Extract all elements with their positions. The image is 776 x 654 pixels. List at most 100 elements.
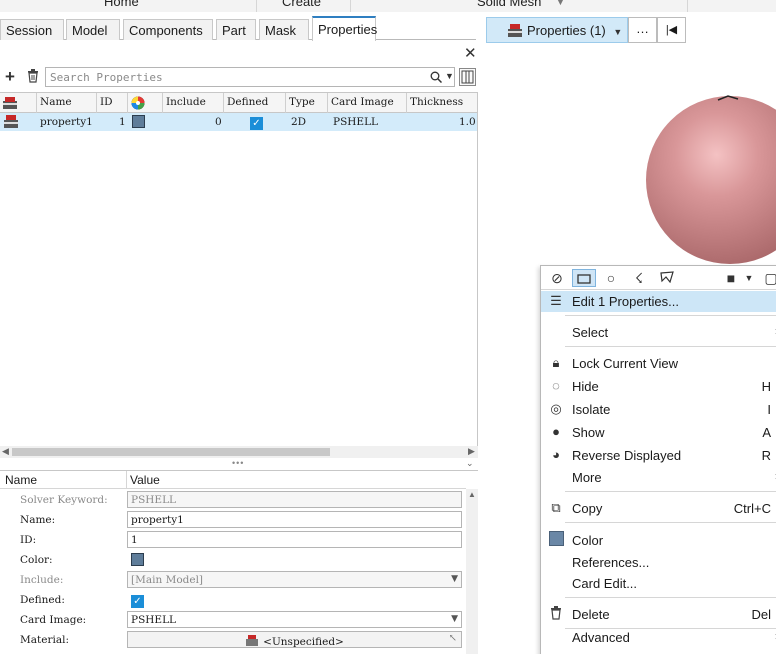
table-header: Name ID Include Defined Type Card Image … xyxy=(0,93,477,113)
menu-isolate[interactable]: ◎ Isolate I xyxy=(541,399,776,420)
search-icon[interactable] xyxy=(430,71,443,86)
menu-more[interactable]: More › xyxy=(541,467,776,488)
circle-select-icon[interactable]: ○ xyxy=(599,269,623,287)
material-value: <Unspecified> xyxy=(263,636,344,648)
color-swatch-icon xyxy=(548,531,564,547)
column-thickness[interactable]: Thickness xyxy=(407,93,477,113)
window-select-icon[interactable]: ▢ xyxy=(759,269,776,287)
cell-defined[interactable]: ✓ xyxy=(250,115,263,130)
tab-session[interactable]: Session xyxy=(0,19,64,40)
chevron-down-icon[interactable]: ▼ xyxy=(451,574,458,584)
rectangle-select-icon[interactable] xyxy=(572,269,596,287)
menu-lock-view[interactable]: 🔒︎ Lock Current View xyxy=(541,353,776,374)
menu-separator xyxy=(565,315,776,316)
menu-reverse-label: Reverse Displayed xyxy=(572,448,682,463)
collapse-icon[interactable]: ⌄ xyxy=(466,458,474,469)
tab-components[interactable]: Components xyxy=(123,19,213,40)
name-field[interactable]: property1 xyxy=(127,511,462,528)
editor-row-include: Include: [Main Model] ▼ xyxy=(0,570,466,590)
defined-toggle[interactable]: ✓ xyxy=(131,593,144,608)
column-defined[interactable]: Defined xyxy=(224,93,286,113)
close-icon[interactable]: ✕ xyxy=(464,44,477,62)
menu-reverse-displayed[interactable]: ◕ Reverse Displayed R xyxy=(541,445,776,466)
label-material: Material: xyxy=(20,634,69,646)
scroll-left-icon[interactable]: ◀ xyxy=(2,446,9,457)
tab-part[interactable]: Part xyxy=(216,19,256,40)
menu-advanced[interactable]: Advanced › xyxy=(541,627,776,648)
menu-delete[interactable]: Delete Del xyxy=(541,604,776,625)
horizontal-scrollbar[interactable]: ◀ ▶ xyxy=(0,446,478,458)
tab-model[interactable]: Model xyxy=(66,19,120,40)
property-editor: Name Value Solver Keyword: PSHELL Name: … xyxy=(0,470,478,654)
column-type[interactable]: Type xyxy=(286,93,328,113)
cell-color-swatch[interactable] xyxy=(132,115,145,131)
tab-properties[interactable]: Properties xyxy=(312,16,377,41)
cell-id: 1 xyxy=(119,116,126,128)
menu-hide[interactable]: ◌ Hide H xyxy=(541,376,776,397)
color-swatch[interactable] xyxy=(132,115,145,128)
entity-header-icon[interactable] xyxy=(0,93,37,113)
polygon-select-icon[interactable] xyxy=(655,269,679,287)
trash-icon xyxy=(548,606,564,622)
menu-color[interactable]: Color xyxy=(541,530,776,551)
table-row[interactable]: property1 1 0 ✓ 2D PSHELL 1.0 xyxy=(0,113,477,131)
scroll-up-icon[interactable]: ▲ xyxy=(468,490,476,499)
color-swatch[interactable] xyxy=(131,553,144,566)
properties-button-label: Properties (1) xyxy=(527,23,606,38)
menu-select[interactable]: Select › xyxy=(541,322,776,343)
context-menu: ⊘ ○ ☇ ■ ▼ ▢ ☰ Edit 1 Properties... Selec… xyxy=(540,265,776,654)
chevron-down-icon[interactable]: ▼ xyxy=(451,614,458,624)
vertical-scrollbar[interactable]: ▲ xyxy=(466,489,478,654)
ribbon-separator xyxy=(256,0,257,12)
editor-row-id: ID: 1 xyxy=(0,530,466,550)
more-options-button[interactable]: … xyxy=(628,17,657,43)
chevron-down-icon[interactable]: ▼ xyxy=(737,269,761,287)
lock-icon: 🔒︎ xyxy=(552,355,560,370)
menu-copy[interactable]: ⧉ Copy Ctrl+C xyxy=(541,498,776,519)
column-id[interactable]: ID xyxy=(97,93,128,113)
list-icon: ☰ xyxy=(550,293,562,308)
cell-include: 0 xyxy=(215,116,222,128)
delete-icon[interactable] xyxy=(27,69,39,86)
card-image-select[interactable]: PSHELL ▼ xyxy=(127,611,462,628)
scroll-right-icon[interactable]: ▶ xyxy=(468,446,475,457)
menu-edit-properties[interactable]: ☰ Edit 1 Properties... xyxy=(541,291,776,312)
include-select[interactable]: [Main Model] ▼ xyxy=(127,571,462,588)
ribbon-solid-mesh[interactable]: Solid Mesh xyxy=(477,0,541,9)
properties-dropdown-button[interactable]: Properties (1) ▼ xyxy=(486,17,628,43)
ribbon-home[interactable]: Home xyxy=(104,0,139,9)
ribbon-create[interactable]: Create xyxy=(282,0,321,9)
menu-show[interactable]: ● Show A xyxy=(541,422,776,443)
chevron-down-icon[interactable]: ▼ xyxy=(556,0,565,7)
column-card-image[interactable]: Card Image xyxy=(328,93,407,113)
label-defined: Defined: xyxy=(20,594,65,606)
selection-toolbar: ⊘ ○ ☇ ■ ▼ ▢ xyxy=(541,266,776,290)
cursor-arrow-icon: ↖ xyxy=(448,633,457,644)
collapse-panel-icon[interactable]: |◀ xyxy=(657,17,686,43)
cell-card-image: PSHELL xyxy=(333,116,379,128)
splitter-handle[interactable]: ••• xyxy=(232,458,244,468)
material-selector[interactable]: <Unspecified> ↖ xyxy=(127,631,462,648)
column-settings-icon[interactable] xyxy=(459,68,476,86)
column-include[interactable]: Include xyxy=(163,93,224,113)
chevron-down-icon[interactable]: ▼ xyxy=(613,27,622,37)
column-name[interactable]: Name xyxy=(37,93,97,113)
defined-checkbox[interactable]: ✓ xyxy=(250,117,263,130)
color-picker[interactable] xyxy=(131,553,144,569)
id-field[interactable]: 1 xyxy=(127,531,462,548)
freehand-select-icon[interactable]: ☇ xyxy=(627,269,651,287)
color-wheel-icon[interactable] xyxy=(128,93,163,113)
scrollbar-thumb[interactable] xyxy=(12,448,330,456)
menu-references[interactable]: References... xyxy=(541,552,776,573)
add-icon[interactable]: + xyxy=(5,67,15,87)
sphere-model[interactable] xyxy=(640,90,776,270)
chevron-down-icon[interactable]: ▼ xyxy=(445,71,454,81)
include-value: [Main Model] xyxy=(131,574,204,586)
tab-mask[interactable]: Mask xyxy=(259,19,309,40)
no-select-icon[interactable]: ⊘ xyxy=(545,269,569,287)
defined-checkbox[interactable]: ✓ xyxy=(131,595,144,608)
search-input[interactable]: Search Properties ▼ xyxy=(45,67,455,87)
menu-card-edit[interactable]: Card Edit... xyxy=(541,573,776,594)
property-icon xyxy=(507,23,523,41)
isolate-icon: ◎ xyxy=(550,401,562,416)
